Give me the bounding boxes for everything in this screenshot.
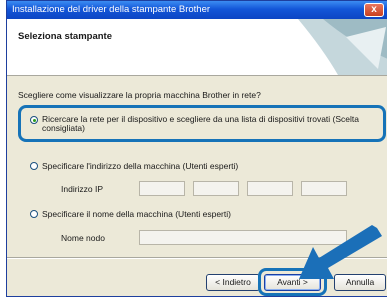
pointer-arrow-icon bbox=[299, 225, 382, 279]
